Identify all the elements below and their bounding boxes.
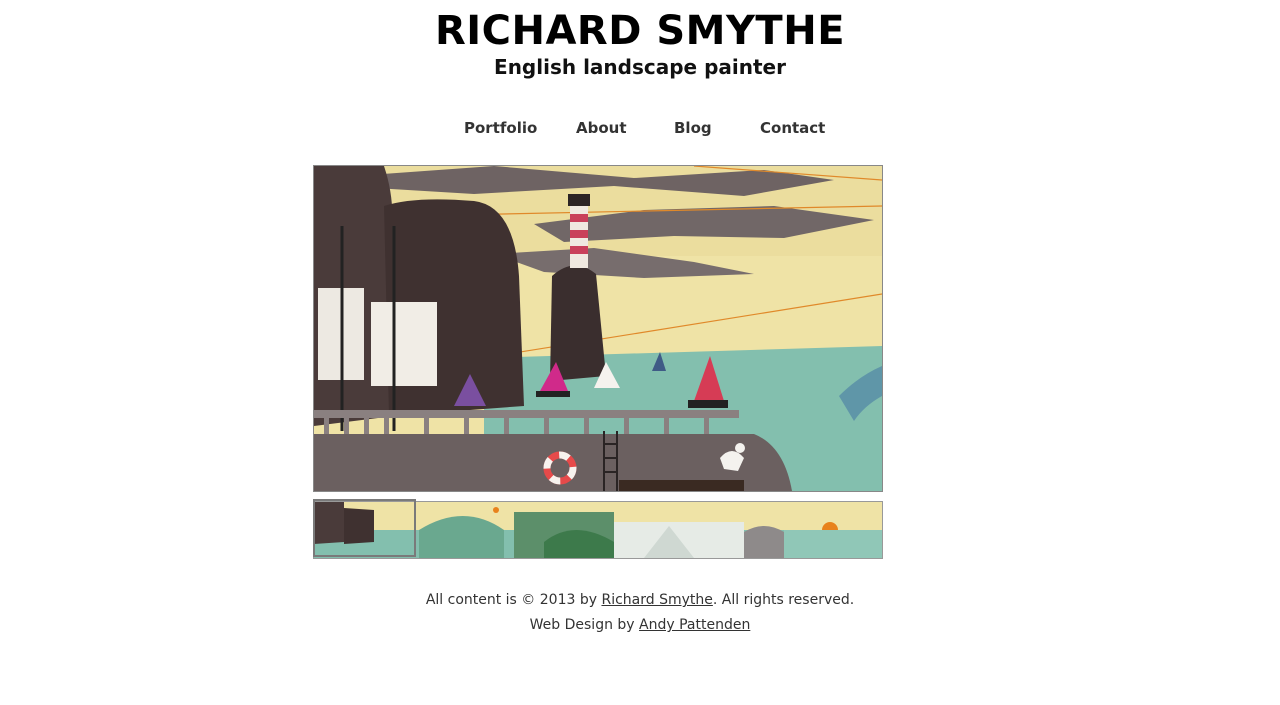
nav-contact[interactable]: Contact bbox=[760, 119, 825, 137]
nav-blog[interactable]: Blog bbox=[674, 119, 712, 137]
landscape-painting-icon bbox=[314, 166, 882, 491]
footer-copyright-suffix: . All rights reserved. bbox=[712, 592, 855, 608]
nav-about[interactable]: About bbox=[576, 119, 627, 137]
footer-credit: Web Design by Andy Pattenden bbox=[0, 617, 1280, 633]
footer-author-link[interactable]: Richard Smythe bbox=[601, 592, 712, 608]
nav-portfolio[interactable]: Portfolio bbox=[464, 119, 537, 137]
main-painting[interactable] bbox=[313, 165, 883, 492]
footer-copyright-prefix: All content is © 2013 by bbox=[425, 592, 602, 608]
footer-credit-prefix: Web Design by bbox=[529, 617, 640, 633]
site-subtitle: English landscape painter bbox=[494, 55, 786, 79]
main-nav: Portfolio About Blog Contact bbox=[0, 119, 1280, 139]
footer-designer-link[interactable]: Andy Pattenden bbox=[639, 617, 750, 633]
site-title: RICHARD SMYTHE bbox=[434, 8, 846, 54]
thumbnail-selected[interactable] bbox=[313, 499, 416, 557]
footer-copyright: All content is © 2013 by Richard Smythe.… bbox=[0, 592, 1280, 608]
